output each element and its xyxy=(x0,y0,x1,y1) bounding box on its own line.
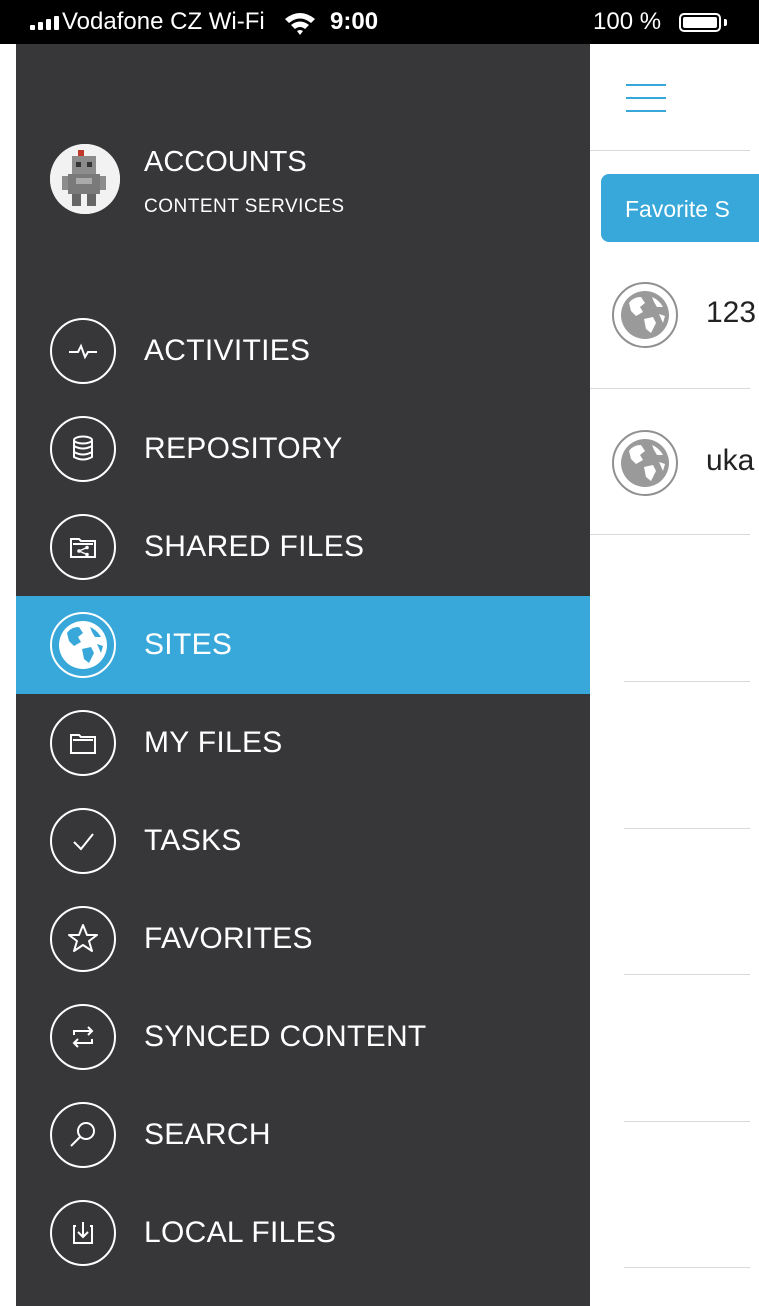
row-divider xyxy=(624,828,750,829)
tab-favorite-sites[interactable]: Favorite S xyxy=(601,174,759,242)
menu-item-my-files[interactable]: MY FILES xyxy=(16,694,590,792)
site-title: uka xyxy=(706,444,755,477)
account-subtitle: CONTENT SERVICES xyxy=(144,196,345,217)
battery-icon xyxy=(679,13,721,32)
menu-item-label: SITES xyxy=(144,628,233,661)
sites-content-panel: Favorite S 123 uka xyxy=(590,44,759,1306)
row-divider xyxy=(624,1121,750,1122)
site-row[interactable]: 123 xyxy=(590,282,759,378)
header-divider xyxy=(590,150,750,151)
row-divider xyxy=(590,388,750,389)
star-icon xyxy=(50,906,116,972)
battery-percent: 100 % xyxy=(593,8,662,35)
download-icon xyxy=(50,1200,116,1266)
globe-icon xyxy=(612,282,678,348)
hamburger-menu-icon[interactable] xyxy=(626,84,666,114)
battery-tip xyxy=(724,19,727,26)
sync-arrows-icon xyxy=(50,1004,116,1070)
activity-pulse-icon xyxy=(50,318,116,384)
menu-item-label: ACTIVITIES xyxy=(144,334,311,367)
menu-item-shared-files[interactable]: SHARED FILES xyxy=(16,498,590,596)
shared-folder-icon xyxy=(50,514,116,580)
row-divider xyxy=(624,681,750,682)
globe-icon xyxy=(50,612,116,678)
avatar xyxy=(50,144,120,214)
account-header[interactable]: ACCOUNTS CONTENT SERVICES xyxy=(16,144,590,234)
navigation-drawer: ACCOUNTS CONTENT SERVICES ACTIVITIES REP… xyxy=(16,44,590,1306)
site-row[interactable]: uka xyxy=(590,430,759,526)
row-divider xyxy=(624,974,750,975)
menu-item-favorites[interactable]: FAVORITES xyxy=(16,890,590,988)
menu-item-label: SHARED FILES xyxy=(144,530,365,563)
menu-item-sites[interactable]: SITES xyxy=(16,596,590,694)
carrier-name: Vodafone CZ Wi-Fi xyxy=(62,8,265,35)
row-divider xyxy=(624,1267,750,1268)
database-icon xyxy=(50,416,116,482)
menu-item-synced-content[interactable]: SYNCED CONTENT xyxy=(16,988,590,1086)
menu-item-label: TASKS xyxy=(144,824,242,857)
site-title: 123 xyxy=(706,296,757,329)
menu-item-label: LOCAL FILES xyxy=(144,1216,337,1249)
checkmark-icon xyxy=(50,808,116,874)
folder-icon xyxy=(50,710,116,776)
menu-item-repository[interactable]: REPOSITORY xyxy=(16,400,590,498)
robot-knight-avatar xyxy=(50,144,120,214)
menu-item-label: MY FILES xyxy=(144,726,283,759)
menu-item-local-files[interactable]: LOCAL FILES xyxy=(16,1184,590,1282)
signal-bars-icon xyxy=(30,16,59,30)
globe-icon xyxy=(612,430,678,496)
menu-item-label: FAVORITES xyxy=(144,922,313,955)
wifi-icon xyxy=(283,10,317,43)
search-icon xyxy=(50,1102,116,1168)
menu-item-activities[interactable]: ACTIVITIES xyxy=(16,302,590,400)
status-bar: Vodafone CZ Wi-Fi 9:00 100 % xyxy=(0,0,759,44)
account-name: ACCOUNTS xyxy=(144,146,307,178)
status-time: 9:00 xyxy=(330,8,379,35)
drawer-menu: ACTIVITIES REPOSITORY SHARED FILES SITES… xyxy=(16,302,590,1282)
menu-item-label: SEARCH xyxy=(144,1118,271,1151)
menu-item-label: SYNCED CONTENT xyxy=(144,1020,427,1053)
menu-item-label: REPOSITORY xyxy=(144,432,343,465)
row-divider xyxy=(590,534,750,535)
menu-item-search[interactable]: SEARCH xyxy=(16,1086,590,1184)
menu-item-tasks[interactable]: TASKS xyxy=(16,792,590,890)
